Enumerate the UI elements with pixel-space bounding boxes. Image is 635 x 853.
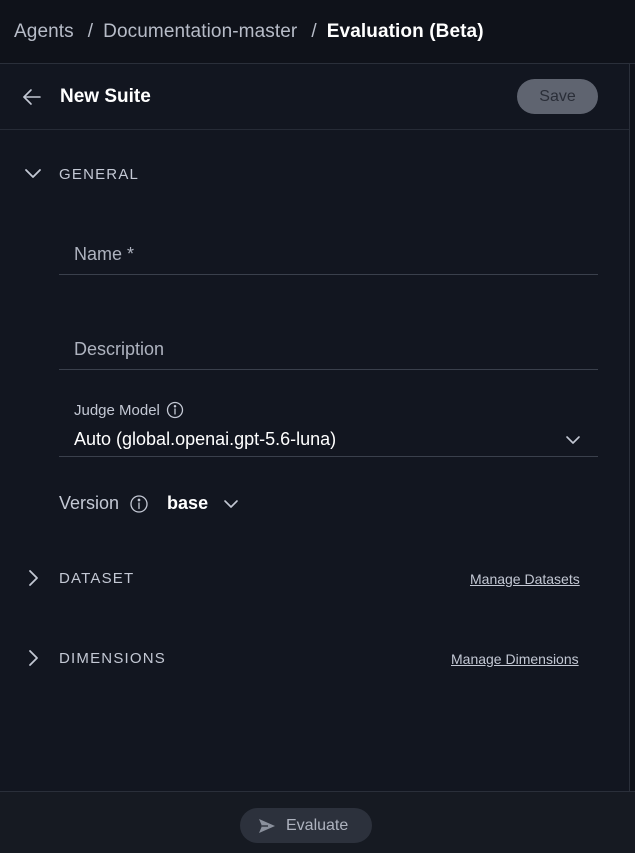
panel-header: New Suite Save: [0, 64, 629, 130]
arrow-left-icon: [23, 89, 41, 105]
info-icon[interactable]: [129, 494, 149, 514]
name-field[interactable]: Name *: [59, 224, 598, 275]
suite-panel: New Suite Save GENERAL Name * Descriptio…: [0, 64, 629, 791]
judge-model-label-row: Judge Model: [74, 401, 184, 419]
breadcrumb: Agents / Documentation-master / Evaluati…: [0, 0, 635, 64]
section-general-toggle[interactable]: GENERAL: [24, 165, 138, 183]
breadcrumb-documentation-master[interactable]: Documentation-master: [103, 21, 297, 43]
breadcrumb-evaluation: Evaluation (Beta): [326, 20, 484, 42]
chevron-right-icon: [29, 570, 38, 586]
description-field[interactable]: Description: [59, 320, 598, 370]
evaluate-label: Evaluate: [286, 816, 349, 834]
judge-model-label: Judge Model: [74, 401, 160, 419]
version-label: Version: [59, 493, 120, 513]
chevron-down-icon[interactable]: [222, 495, 240, 513]
breadcrumb-separator: /: [87, 20, 94, 42]
info-icon[interactable]: [166, 401, 184, 419]
scrollbar[interactable]: [629, 64, 635, 791]
back-button[interactable]: [20, 85, 44, 109]
name-placeholder: Name *: [74, 244, 135, 264]
chevron-down-icon: [566, 436, 580, 444]
breadcrumb-separator: /: [311, 20, 317, 42]
section-dimensions-toggle[interactable]: DIMENSIONS: [24, 649, 165, 667]
section-dimensions-label: DIMENSIONS: [59, 650, 167, 667]
description-placeholder: Description: [74, 339, 165, 359]
version-select-value[interactable]: base: [167, 493, 208, 514]
evaluate-button[interactable]: Evaluate: [240, 808, 372, 843]
manage-dimensions-link[interactable]: Manage Dimensions: [451, 651, 579, 667]
page-title: New Suite: [60, 86, 151, 107]
chevron-right-icon: [29, 650, 38, 666]
judge-model-value: Auto (global.openai.gpt-5.6-luna): [74, 429, 337, 449]
footer-bar: Evaluate: [0, 791, 635, 853]
chevron-down-icon: [25, 169, 41, 178]
breadcrumb-agents[interactable]: Agents: [14, 21, 74, 43]
section-dataset-label: DATASET: [59, 570, 135, 587]
section-general-label: GENERAL: [59, 166, 140, 183]
save-button[interactable]: Save: [517, 79, 598, 114]
section-dataset-toggle[interactable]: DATASET: [24, 569, 133, 587]
send-icon: [259, 818, 275, 833]
judge-model-select[interactable]: Auto (global.openai.gpt-5.6-luna): [59, 419, 598, 456]
version-row: Version base: [59, 493, 240, 514]
judge-model-underline: [59, 456, 598, 457]
manage-datasets-link[interactable]: Manage Datasets: [470, 571, 580, 587]
